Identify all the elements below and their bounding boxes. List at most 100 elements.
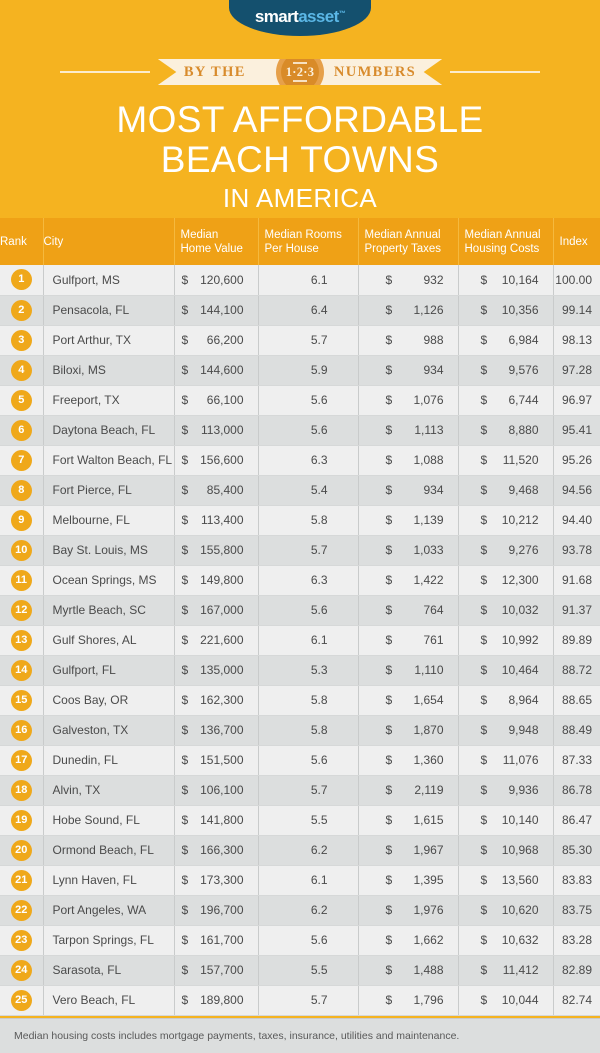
column-header-rooms: Median Rooms Per House [258,218,359,265]
cell-city: Port Angeles, WA [43,895,175,926]
amount-text: 1,076 [413,393,444,407]
cell-rank: 1 [0,265,44,296]
cell-housing-costs: $6,984 [458,325,554,356]
cell-rank: 10 [0,535,44,566]
cell-property-taxes: $1,126 [358,295,459,326]
cell-rooms: 5.4 [258,475,359,506]
amount-text: 173,300 [200,873,244,887]
currency-symbol: $ [181,483,189,497]
currency-symbol: $ [385,843,393,857]
amount-text: 10,164 [501,272,539,287]
cell-rooms: 5.8 [258,715,359,746]
money-value: $10,632 [481,933,539,947]
cell-rank: 25 [0,985,44,1016]
money-value: $196,700 [182,903,244,917]
currency-symbol: $ [480,993,488,1007]
amount-text: 120,600 [200,272,244,287]
cell-index: 83.28 [553,925,600,956]
money-value: $934 [386,483,444,497]
cell-property-taxes: $761 [358,625,459,656]
currency-symbol: $ [480,423,488,437]
title-line-3: IN AMERICA [222,183,378,213]
cell-rank: 11 [0,565,44,596]
amount-text: 2,119 [414,783,444,797]
cell-index: 94.56 [553,475,600,506]
money-value: $1,967 [386,843,444,857]
money-value: $166,300 [182,843,244,857]
cell-property-taxes: $1,976 [358,895,459,926]
money-value: $221,600 [182,633,244,647]
cell-city: Myrtle Beach, SC [43,595,175,626]
amount-text: 10,632 [501,933,539,947]
currency-symbol: $ [385,633,393,647]
cell-property-taxes: $934 [358,475,459,506]
money-value: $988 [386,333,444,347]
currency-symbol: $ [385,393,393,407]
amount-text: 11,076 [502,753,539,767]
currency-symbol: $ [480,453,488,467]
cell-rank: 6 [0,415,44,446]
cell-city: Lynn Haven, FL [43,865,175,896]
banner-ribbon: BY THE NUMBERS 1·2·3 [157,59,443,85]
amount-text: 1,110 [414,663,444,677]
rank-badge: 12 [10,599,32,621]
money-value: $11,076 [481,753,539,767]
amount-text: 161,700 [200,933,244,947]
money-value: $144,600 [182,363,244,377]
amount-text: 10,464 [501,663,539,677]
money-value: $113,400 [182,513,244,527]
cell-property-taxes: $1,033 [358,535,459,566]
currency-symbol: $ [480,483,488,497]
amount-text: 1,033 [413,543,444,557]
currency-symbol: $ [480,933,488,947]
currency-symbol: $ [480,603,488,617]
money-value: $1,113 [386,423,444,437]
column-header-index: Index [553,218,600,265]
money-value: $761 [386,633,444,647]
amount-text: 1,088 [413,453,444,467]
cell-index: 85.30 [553,835,600,866]
cell-property-taxes: $1,422 [358,565,459,596]
cell-rooms: 6.3 [258,445,359,476]
currency-symbol: $ [480,393,488,407]
money-value: $1,976 [386,903,444,917]
amount-text: 1,796 [413,993,444,1007]
money-value: $1,654 [386,693,444,707]
amount-text: 135,000 [200,663,244,677]
amount-text: 12,300 [501,573,539,587]
cell-housing-costs: $10,620 [458,895,554,926]
money-value: $85,400 [182,483,244,497]
amount-text: 8,880 [508,423,539,437]
amount-text: 988 [423,333,444,347]
money-value: $1,796 [386,993,444,1007]
cell-rooms: 5.8 [258,505,359,536]
currency-symbol: $ [480,272,488,287]
cell-city: Freeport, TX [43,385,175,416]
cell-index: 88.72 [553,655,600,686]
money-value: $6,744 [481,393,539,407]
rank-badge: 23 [10,929,32,951]
cell-index: 82.89 [553,955,600,986]
smartasset-logo[interactable]: smartasset™ [229,0,371,36]
money-value: $1,076 [386,393,444,407]
currency-symbol: $ [181,753,189,767]
cell-housing-costs: $9,276 [458,535,554,566]
cell-property-taxes: $1,967 [358,835,459,866]
amount-text: 9,468 [508,483,539,497]
cell-housing-costs: $9,576 [458,355,554,386]
cell-index: 86.78 [553,775,600,806]
cell-home-value: $113,000 [174,415,259,446]
amount-text: 66,100 [206,393,244,407]
currency-symbol: $ [385,333,393,347]
badge-number-text: 1·2·3 [285,64,315,79]
cell-property-taxes: $764 [358,595,459,626]
cell-housing-costs: $9,936 [458,775,554,806]
amount-text: 934 [423,483,444,497]
amount-text: 149,800 [200,573,244,587]
currency-symbol: $ [385,423,393,437]
cell-home-value: $189,800 [174,985,259,1016]
amount-text: 934 [423,363,444,377]
cell-property-taxes: $1,615 [358,805,459,836]
cell-rank: 18 [0,775,44,806]
currency-symbol: $ [181,363,189,377]
